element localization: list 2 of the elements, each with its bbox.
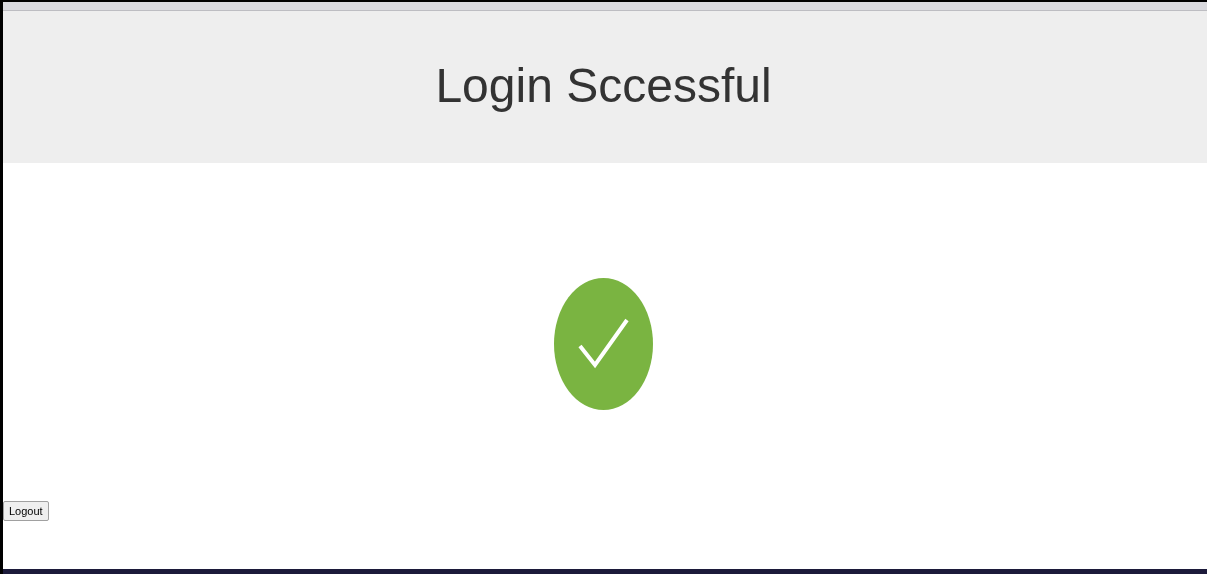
page-title: Login Sccessful [435,58,772,114]
logout-button[interactable]: Logout [3,501,49,521]
